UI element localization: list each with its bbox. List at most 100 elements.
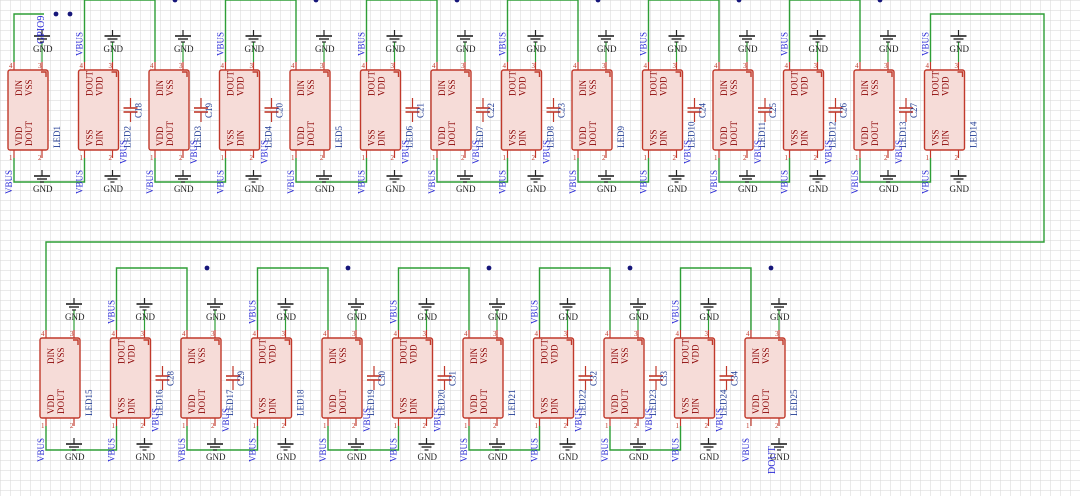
ground-label: GND [668,44,688,54]
pin-name: VDD [800,76,810,96]
led-designator: LED15 [84,389,94,416]
vbus-label: VBUS [530,438,540,462]
pin-number: 3 [391,62,395,70]
vbus-label: VBUS [530,300,540,324]
pin-name: VDD [941,76,951,96]
pin-number: 2 [70,422,74,430]
pin-name: DOUT [870,121,880,146]
pin-name: DIN [659,130,669,146]
pin-name: VSS [540,397,550,414]
pin-name: DOUT [479,389,489,414]
pin-name: DIN [719,80,729,96]
led-designator: LED25 [789,389,799,416]
pin-name: VSS [761,347,771,364]
pin-name: VSS [479,347,489,364]
pin-name: VDD [751,394,761,414]
pin-number: 1 [394,422,398,430]
pin-number: 1 [362,154,366,162]
cap-vbus-label: VBUS [260,140,270,164]
pin-name: VSS [338,347,348,364]
pin-number: 2 [38,154,42,162]
pin-name: VSS [447,79,457,96]
pin-number: 3 [70,330,74,338]
pin-name: DOUT [681,339,691,364]
ground-label: GND [597,184,617,194]
pin-number: 3 [141,330,145,338]
pin-number: 4 [644,62,648,70]
pin-number: 2 [955,154,959,162]
ground-label: GND [738,184,758,194]
cap-vbus-label: VBUS [683,140,693,164]
pin-name: DOUT [649,71,659,96]
pin-name: DOUT [447,121,457,146]
pin-name: DIN [187,348,197,364]
pin-name: VSS [226,129,236,146]
pin-number: 1 [291,154,295,162]
vbus-label: VBUS [216,170,226,194]
pin-name: DOUT [338,389,348,414]
pin-name: DOUT [540,339,550,364]
pin-name: DOUT [56,389,66,414]
pin-name: VSS [258,397,268,414]
pin-name: VDD [550,344,560,364]
vbus-label: VBUS [286,170,296,194]
cap-designator: C31 [448,371,458,386]
vbus-label: VBUS [498,32,508,56]
pin-number: 1 [746,422,750,430]
pin-number: 3 [493,330,497,338]
pin-name: DIN [469,348,479,364]
pin-number: 2 [884,154,888,162]
pin-name: VSS [681,397,691,414]
ground-label: GND [950,184,970,194]
pin-name: VDD [377,76,387,96]
pin-name: DOUT [790,71,800,96]
cap-vbus-label: VBUS [471,140,481,164]
vbus-label: VBUS [389,438,399,462]
ground-label: GND [104,184,124,194]
ground-label: GND [347,312,367,322]
pin-number: 1 [41,422,45,430]
pin-number: 1 [464,422,468,430]
pin-number: 4 [855,62,859,70]
vbus-label: VBUS [671,438,681,462]
pin-name: DIN [751,348,761,364]
pin-number: 2 [775,422,779,430]
pin-number: 1 [535,422,539,430]
vbus-label: VBUS [75,170,85,194]
pin-number: 3 [955,62,959,70]
cap-designator: C26 [839,102,849,118]
cap-vbus-label: VBUS [221,408,231,432]
vbus-label: VBUS [780,32,790,56]
ground-label: GND [456,44,476,54]
pin-name: VDD [518,76,528,96]
vbus-label: VBUS [459,438,469,462]
ground-label: GND [809,44,829,54]
vbus-label: VBUS [427,170,437,194]
pin-number: 1 [503,154,507,162]
pin-name: VDD [409,344,419,364]
ground-label: GND [315,184,335,194]
pin-number: 2 [282,422,286,430]
pin-number: 3 [602,62,606,70]
pin-number: 3 [250,62,254,70]
pin-name: VDD [296,126,306,146]
pin-name: DIN [377,130,387,146]
vbus-label: VBUS [357,32,367,56]
pin-number: 1 [150,154,154,162]
pin-name: VSS [367,129,377,146]
ground-label: GND [488,452,508,462]
ground-label: GND [65,452,85,462]
pin-number: 2 [352,422,356,430]
cap-vbus-label: VBUS [189,140,199,164]
pin-number: 2 [109,154,113,162]
cap-designator: C25 [768,102,778,118]
pin-name: DOUT [258,339,268,364]
pin-name: VSS [24,79,34,96]
junction-dot [486,265,492,271]
pin-name: DIN [437,80,447,96]
junction-dot [627,265,633,271]
schematic-sheet: 4 31 2DIN VSSVDD DOUT LED1GNDGNDVBUS4 31 2DOUT V… [0,0,1080,496]
ground-label: GND [527,184,547,194]
pin-name: VDD [268,344,278,364]
pin-number: 2 [461,154,465,162]
